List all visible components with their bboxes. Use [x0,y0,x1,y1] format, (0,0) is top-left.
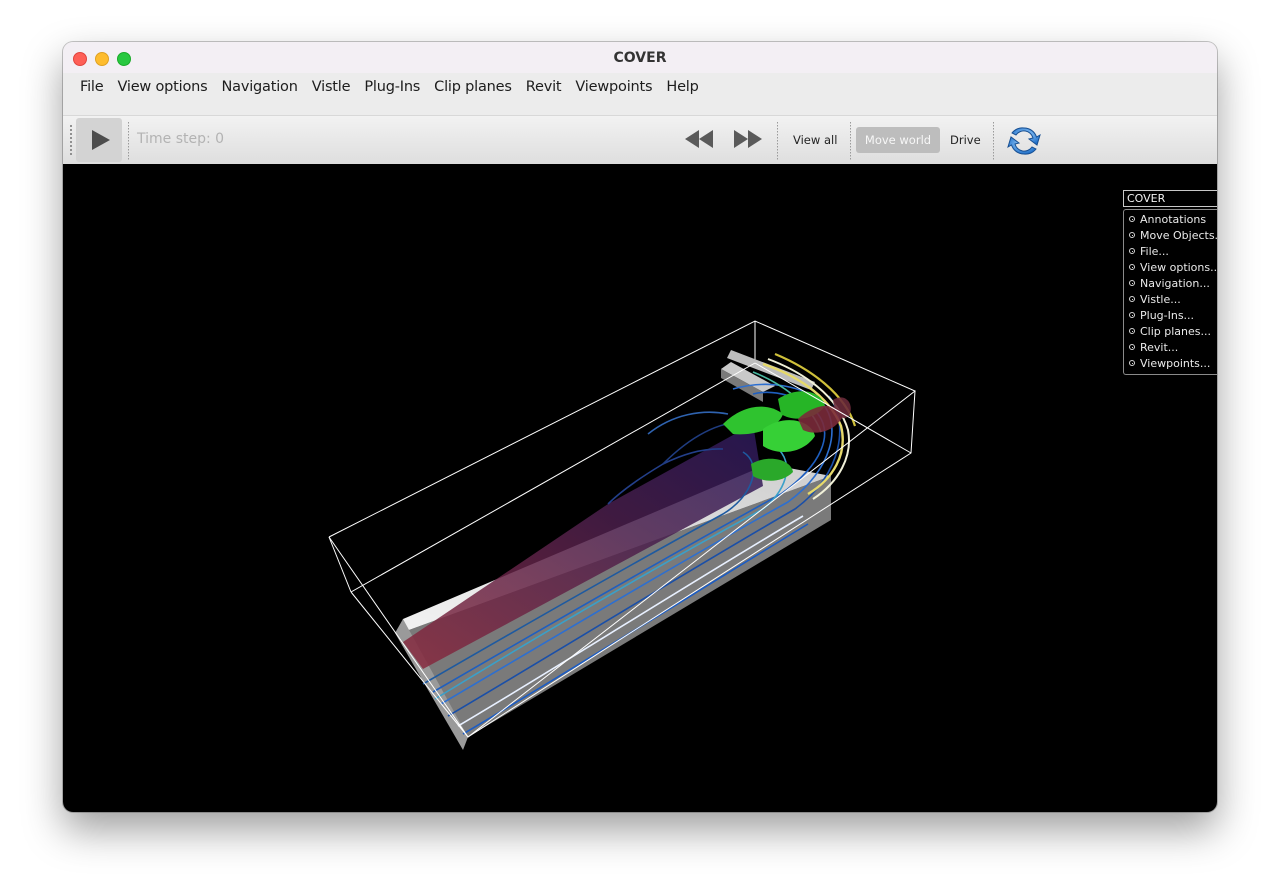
bullet-icon [1129,328,1135,334]
menu-revit[interactable]: Revit [519,79,569,95]
cover-menu-item-revit[interactable]: Revit... [1124,340,1217,356]
play-icon [92,130,110,150]
bullet-icon [1129,296,1135,302]
cover-menu-title: COVER [1123,190,1217,207]
bullet-icon [1129,264,1135,270]
cover-menu-item-vistle[interactable]: Vistle... [1124,292,1217,308]
cover-menu-item-move-objects[interactable]: Move Objects... [1124,228,1217,244]
menu-bar: File View options Navigation Vistle Plug… [63,73,1217,101]
cover-menu-item-viewpoints[interactable]: Viewpoints... [1124,356,1217,372]
toolbar: Time step: 0 View all Move world Drive [63,115,1217,165]
3d-viewport[interactable]: COVER Annotations Move Objects... File..… [63,164,1217,812]
bullet-icon [1129,344,1135,350]
cover-menu-item-file[interactable]: File... [1124,244,1217,260]
cover-menu-item-label: Viewpoints... [1140,357,1211,370]
sync-icon[interactable] [1006,123,1042,159]
cover-menu-item-label: Navigation... [1140,277,1210,290]
menu-clip-planes[interactable]: Clip planes [427,79,519,95]
menu-vistle[interactable]: Vistle [305,79,358,95]
cover-menu-item-label: Clip planes... [1140,325,1212,338]
drive-button[interactable]: Drive [950,133,981,147]
cover-menu-list: Annotations Move Objects... File... View… [1123,209,1217,375]
play-button[interactable] [76,118,122,162]
bullet-icon [1129,312,1135,318]
maximize-window-button[interactable] [117,52,131,66]
bullet-icon [1129,232,1135,238]
cover-menu-item-clip-planes[interactable]: Clip planes... [1124,324,1217,340]
fast-forward-icon[interactable] [732,128,764,150]
bullet-icon [1129,248,1135,254]
toolbar-separator [850,122,851,160]
move-world-button[interactable]: Move world [856,127,940,153]
cover-menu-item-plug-ins[interactable]: Plug-Ins... [1124,308,1217,324]
minimize-window-button[interactable] [95,52,109,66]
bullet-icon [1129,280,1135,286]
menu-viewpoints[interactable]: Viewpoints [568,79,659,95]
cover-side-menu: COVER Annotations Move Objects... File..… [1123,190,1217,375]
cover-menu-item-label: Vistle... [1140,293,1181,306]
menu-navigation[interactable]: Navigation [215,79,305,95]
window-title: COVER [613,49,667,66]
bullet-icon [1129,360,1135,366]
toolbar-separator [128,122,129,160]
cover-menu-item-label: View options... [1140,261,1217,274]
toolbar-grip-handle[interactable] [70,124,72,156]
time-step-label: Time step: 0 [137,131,225,147]
cover-menu-item-navigation[interactable]: Navigation... [1124,276,1217,292]
menu-help[interactable]: Help [659,79,705,95]
toolbar-separator [777,122,778,160]
cover-menu-item-label: Annotations [1140,213,1207,226]
flow-visualization-scene [328,320,916,750]
cover-menu-item-label: File... [1140,245,1169,258]
toolbar-separator [993,122,994,160]
close-window-button[interactable] [73,52,87,66]
menu-file[interactable]: File [73,79,110,95]
cover-menu-item-label: Revit... [1140,341,1179,354]
menu-plug-ins[interactable]: Plug-Ins [357,79,427,95]
view-all-button[interactable]: View all [793,133,837,147]
cover-menu-item-annotations[interactable]: Annotations [1124,212,1217,228]
bullet-icon [1129,216,1135,222]
cover-window: COVER File View options Navigation Vistl… [63,42,1217,812]
rewind-icon[interactable] [683,128,715,150]
cover-menu-item-label: Plug-Ins... [1140,309,1195,322]
cover-menu-item-label: Move Objects... [1140,229,1217,242]
menu-view-options[interactable]: View options [110,79,214,95]
title-bar[interactable]: COVER [63,42,1217,73]
cover-menu-item-view-options[interactable]: View options... [1124,260,1217,276]
